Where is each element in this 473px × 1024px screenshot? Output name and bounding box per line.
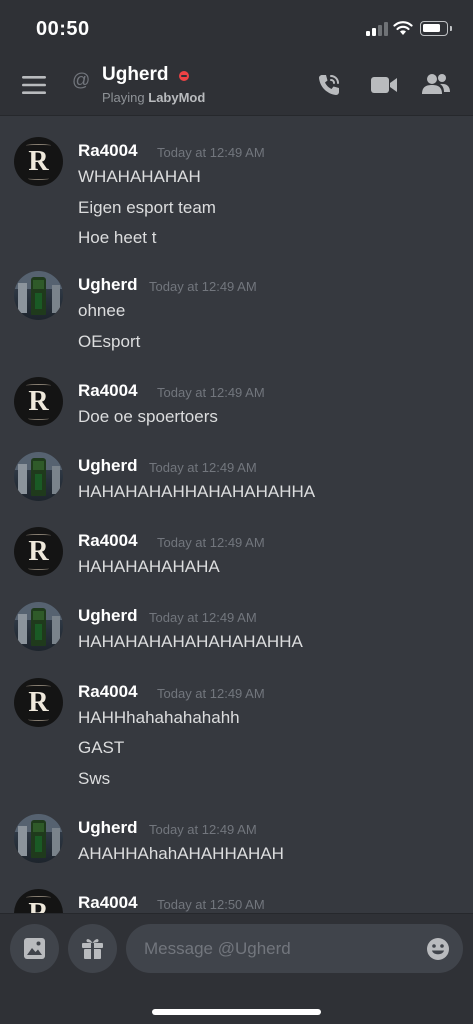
avatar-initial: R [14, 898, 63, 913]
attach-image-button[interactable] [10, 924, 59, 973]
message-timestamp: Today at 12:49 AM [157, 385, 265, 400]
avatar[interactable]: R [14, 137, 63, 186]
status-time: 00:50 [36, 18, 90, 40]
avatar[interactable] [14, 814, 63, 863]
avatar-initial: R [28, 146, 49, 177]
avatar[interactable]: R [14, 678, 63, 727]
message-timestamp: Today at 12:49 AM [157, 686, 265, 701]
status-bar: 00:50 [0, 0, 473, 58]
dm-header: @ Ugherd Playing LabyMod [0, 58, 473, 116]
emoji-icon[interactable] [426, 937, 450, 961]
message-author[interactable]: Ugherd [78, 606, 138, 626]
wifi-icon [393, 21, 413, 35]
message-author[interactable]: Ugherd [78, 456, 138, 476]
message-timestamp: Today at 12:49 AM [149, 610, 257, 625]
message-text: HAHAHAHAHAHAHAHAHHA [78, 632, 303, 651]
message-text: Eigen esport team [78, 198, 216, 217]
message-text: ohnee [78, 301, 126, 320]
message-author[interactable]: Ra4004 [78, 141, 138, 161]
home-indicator[interactable] [152, 1009, 321, 1015]
members-list-icon[interactable] [422, 72, 450, 96]
gift-icon [82, 939, 103, 959]
avatar[interactable]: R [14, 377, 63, 426]
do-not-disturb-status-icon [179, 71, 189, 81]
voice-call-icon[interactable] [316, 72, 342, 98]
message-text: WHAHAHAHAH [78, 167, 201, 186]
cellular-signal-icon [366, 22, 388, 36]
avatar-initial: R [28, 687, 49, 718]
message-author[interactable]: Ra4004 [78, 381, 138, 401]
message-author[interactable]: Ra4004 [78, 682, 138, 702]
avatar[interactable]: R [14, 889, 63, 913]
activity-prefix: Playing [102, 90, 145, 105]
message-author[interactable]: Ugherd [78, 275, 138, 295]
message-input[interactable]: Message @Ugherd [126, 924, 463, 973]
message-composer: Message @Ugherd [0, 913, 473, 1024]
avatar[interactable]: R [14, 527, 63, 576]
avatar[interactable] [14, 452, 63, 501]
message-timestamp: Today at 12:49 AM [149, 279, 257, 294]
message-timestamp: Today at 12:50 AM [157, 897, 265, 912]
activity-status: Playing LabyMod [102, 90, 205, 105]
message-timestamp: Today at 12:49 AM [149, 460, 257, 475]
message-input-placeholder: Message @Ugherd [144, 939, 291, 958]
hamburger-menu-icon[interactable] [22, 74, 46, 96]
message-text: AHAHHAhahAHAHHAHAH [78, 844, 284, 863]
avatar[interactable] [14, 271, 63, 320]
message-timestamp: Today at 12:49 AM [157, 535, 265, 550]
message-author[interactable]: Ra4004 [78, 531, 138, 551]
message-text: Sws [78, 769, 111, 788]
at-sign-icon: @ [72, 70, 91, 90]
battery-icon [420, 21, 452, 36]
message-text: OEsport [78, 332, 141, 351]
message-text: Doe oe spoertoers [78, 407, 218, 426]
image-icon [24, 938, 45, 959]
activity-game: LabyMod [148, 90, 206, 105]
message-text: HAHAHAHAHAHA [78, 557, 220, 576]
message-author[interactable]: Ugherd [78, 818, 138, 838]
avatar-initial: R [28, 386, 49, 417]
video-call-icon[interactable] [370, 74, 398, 96]
avatar-initial: R [28, 536, 49, 567]
avatar[interactable] [14, 602, 63, 651]
message-text: GAST [78, 738, 125, 757]
message-text: Hoe heet t [78, 228, 157, 247]
message-text: HAHAHAHAHHAHAHAHAHHA [78, 482, 316, 501]
dm-recipient-name[interactable]: Ugherd [102, 64, 169, 86]
gift-button[interactable] [68, 924, 117, 973]
message-timestamp: Today at 12:49 AM [149, 822, 257, 837]
message-author[interactable]: Ra4004 [78, 893, 138, 913]
message-list[interactable]: R Ra4004 Today at 12:49 AM WHAHAHAHAH Ei… [0, 117, 473, 913]
message-text: HAHHhahahahahahh [78, 708, 240, 727]
message-timestamp: Today at 12:49 AM [157, 145, 265, 160]
